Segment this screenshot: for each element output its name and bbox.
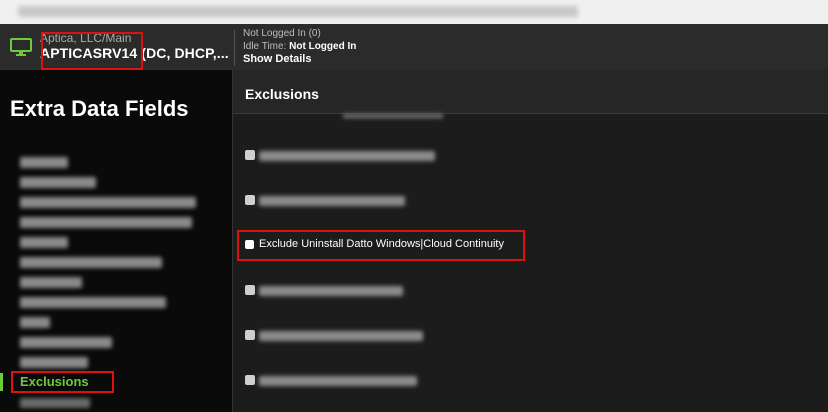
active-item-marker — [0, 373, 3, 391]
exclusion-option[interactable] — [245, 193, 425, 209]
sidebar-item[interactable] — [20, 398, 90, 408]
idle-time-value: Not Logged In — [289, 41, 357, 52]
redacted-title-text — [18, 6, 578, 17]
option-checkbox[interactable] — [245, 195, 255, 205]
option-checkbox[interactable] — [245, 285, 255, 295]
highlight-box-device — [41, 32, 143, 70]
header-divider — [234, 30, 235, 66]
idle-time-row: Idle Time: Not Logged In — [243, 40, 356, 53]
exclusion-option[interactable] — [245, 283, 425, 299]
content-header: Exclusions — [233, 70, 828, 114]
window-titlebar — [0, 0, 828, 24]
option-checkbox[interactable] — [245, 150, 255, 160]
idle-time-label: Idle Time: — [243, 41, 287, 52]
clipped-option — [343, 114, 443, 118]
content-title: Exclusions — [245, 86, 319, 102]
exclusion-option[interactable] — [245, 148, 445, 164]
exclusion-option[interactable] — [245, 328, 435, 344]
option-checkbox[interactable] — [245, 375, 255, 385]
highlight-box-exclusions — [11, 371, 114, 393]
exclusion-option[interactable] — [245, 373, 435, 389]
login-status: Not Logged In (0) Idle Time: Not Logged … — [243, 27, 356, 66]
sidebar: Extra Data Fields Exclusions — [0, 70, 232, 412]
option-checkbox[interactable] — [245, 330, 255, 340]
show-details-link[interactable]: Show Details — [243, 53, 356, 66]
login-status-line: Not Logged In (0) — [243, 28, 321, 39]
sidebar-title: Extra Data Fields — [10, 96, 189, 121]
highlight-box-option — [237, 230, 525, 261]
monitor-icon — [10, 38, 32, 61]
